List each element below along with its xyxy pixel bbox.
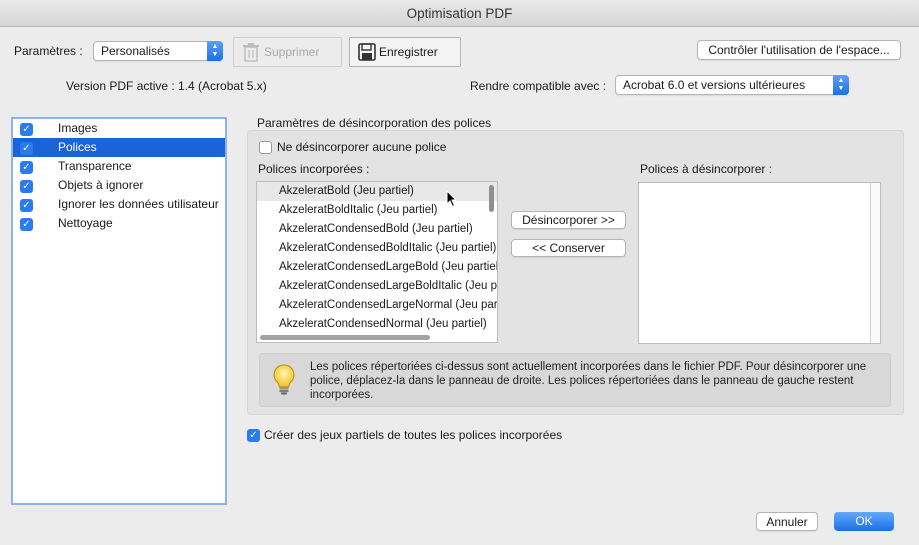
list-item[interactable]: AkzeleratBoldItalic (Jeu partiel) (257, 201, 497, 220)
ok-button[interactable]: OK (834, 512, 894, 531)
embedded-fonts-label: Polices incorporées : (258, 162, 370, 176)
window-title: Optimisation PDF (0, 0, 919, 27)
vertical-scrollbar[interactable] (870, 183, 880, 343)
compat-label: Rendre compatible avec : (470, 79, 607, 93)
info-text: Les polices répertoriées ci-dessus sont … (310, 361, 867, 401)
mouse-cursor-icon (446, 190, 458, 208)
checkbox-checked-icon[interactable]: ✓ (20, 161, 33, 174)
sidebar-item-label: Objets à ignorer (58, 178, 144, 192)
checkbox-checked-icon[interactable]: ✓ (20, 199, 33, 212)
sidebar-item-polices[interactable]: ✓ Polices (13, 138, 225, 157)
checkbox-checked-icon[interactable]: ✓ (20, 218, 33, 231)
select-arrows-icon: ▲ ▼ (833, 75, 849, 95)
subset-fonts-checkbox[interactable]: ✓ (247, 429, 260, 442)
trash-icon (242, 43, 260, 72)
no-unembed-label: Ne désincorporer aucune police (277, 140, 447, 154)
pdf-version-label: Version PDF active : 1.4 (Acrobat 5.x) (66, 79, 267, 93)
params-value: Personalisés (101, 44, 170, 58)
checkbox-checked-icon[interactable]: ✓ (20, 123, 33, 136)
params-label: Paramètres : (14, 44, 83, 58)
sidebar-item-label: Ignorer les données utilisateur (58, 197, 219, 211)
subset-fonts-label: Créer des jeux partiels de toutes les po… (264, 428, 563, 442)
list-item[interactable]: AkzeleratBold (Jeu partiel) (257, 182, 497, 201)
sidebar-item-label: Transparence (58, 159, 132, 173)
sidebar-item-label: Nettoyage (58, 216, 113, 230)
sidebar-item-label: Polices (58, 140, 97, 154)
embedded-fonts-list[interactable]: AkzeleratBold (Jeu partiel) AkzeleratBol… (256, 181, 498, 343)
vertical-scrollbar[interactable] (489, 185, 494, 212)
group-title: Paramètres de désincorporation des polic… (257, 116, 492, 130)
unembed-fonts-label: Polices à désincorporer : (640, 162, 773, 176)
list-item[interactable]: AkzeleratCondensedLargeBold (Jeu partiel… (257, 258, 497, 277)
horizontal-scrollbar[interactable] (260, 335, 430, 340)
list-item[interactable]: AkzeleratCondensedLargeNormal (Jeu parti… (257, 296, 497, 315)
unembed-fonts-list[interactable] (638, 182, 881, 344)
audit-space-button[interactable]: Contrôler l'utilisation de l'espace... (697, 40, 901, 60)
checkbox-checked-icon[interactable]: ✓ (20, 142, 33, 155)
list-item[interactable]: AkzeleratCondensedBoldItalic (Jeu partie… (257, 239, 497, 258)
unembed-button[interactable]: Désincorporer >> (511, 211, 626, 229)
sidebar-item-nettoyage[interactable]: ✓ Nettoyage (13, 214, 225, 233)
list-item[interactable]: AkzeleratCondensedLargeBoldItalic (Jeu p… (257, 277, 497, 296)
save-label: Enregistrer (379, 45, 438, 59)
category-sidebar: ✓ Images ✓ Polices ✓ Transparence ✓ Obje… (11, 117, 227, 505)
lightbulb-icon (273, 364, 295, 395)
sidebar-item-images[interactable]: ✓ Images (13, 119, 225, 138)
checkbox-checked-icon[interactable]: ✓ (20, 180, 33, 193)
sidebar-item-label: Images (58, 121, 98, 135)
sidebar-item-objets-ignorer[interactable]: ✓ Objets à ignorer (13, 176, 225, 195)
keep-button[interactable]: << Conserver (511, 239, 626, 257)
compat-select[interactable]: Acrobat 6.0 et versions ultérieures ▲ ▼ (615, 75, 849, 95)
info-box: Les polices répertoriées ci-dessus sont … (259, 353, 891, 407)
select-arrows-icon: ▲ ▼ (207, 41, 223, 61)
list-item[interactable]: AkzeleratCondensedNormal (Jeu partiel) (257, 315, 497, 334)
floppy-disk-icon (358, 43, 376, 71)
cancel-button[interactable]: Annuler (756, 512, 818, 531)
sidebar-item-transparence[interactable]: ✓ Transparence (13, 157, 225, 176)
params-select[interactable]: Personalisés ▲ ▼ (93, 41, 223, 61)
save-button[interactable]: Enregistrer (349, 37, 461, 67)
sidebar-item-donnees-utilisateur[interactable]: ✓ Ignorer les données utilisateur (13, 195, 225, 214)
list-item[interactable]: AkzeleratCondensedBold (Jeu partiel) (257, 220, 497, 239)
no-unembed-checkbox[interactable] (259, 141, 272, 154)
delete-button[interactable]: Supprimer (233, 37, 342, 67)
compat-value: Acrobat 6.0 et versions ultérieures (623, 78, 806, 92)
delete-label: Supprimer (264, 45, 320, 59)
